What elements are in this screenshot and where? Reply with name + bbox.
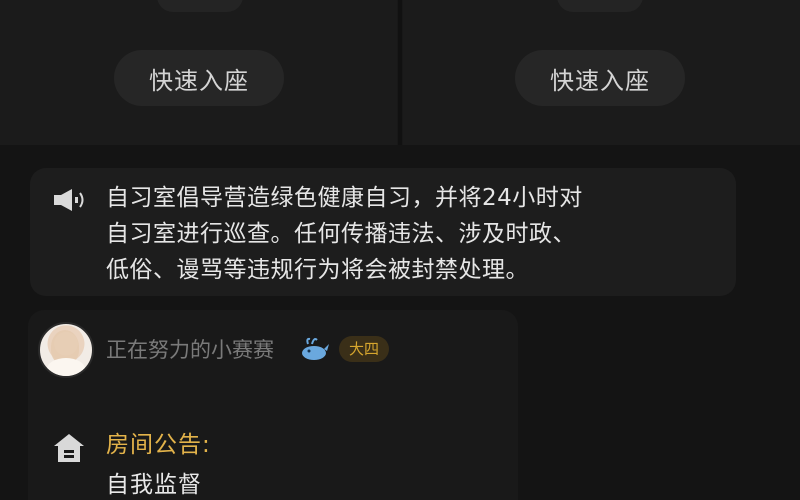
announcement-title: 房间公告: (106, 432, 211, 458)
house-icon (54, 434, 84, 462)
avatar-body (47, 358, 85, 376)
system-notice: 自习室倡导营造绿色健康自习，并将24小时对 自习室进行巡查。任何传播违法、涉及时… (30, 168, 736, 296)
notice-line: 自习室进行巡查。任何传播违法、涉及时政、 (106, 221, 576, 247)
study-room-screen: 快速入座 快速入座 自习室倡导营造绿色健康自习，并将24小时对 自习室进行巡查。… (0, 0, 800, 500)
notice-line: 自习室倡导营造绿色健康自习，并将24小时对 (106, 185, 583, 211)
seat-card: 快速入座 (0, 0, 397, 145)
quick-seat-button[interactable]: 快速入座 (114, 50, 284, 106)
notice-line: 低俗、谩骂等违规行为将会被封禁处理。 (106, 257, 529, 283)
quick-seat-button[interactable]: 快速入座 (515, 50, 685, 106)
grade-badge: 大四 (339, 336, 390, 362)
seat-divider (398, 0, 402, 145)
seat-placeholder (557, 0, 643, 12)
seat-placeholder (157, 0, 243, 12)
announcement-body: 自我监督 (106, 472, 202, 498)
speaker-icon (54, 189, 84, 211)
host-username[interactable]: 正在努力的小赛赛 (106, 336, 274, 364)
whale-icon (302, 337, 329, 360)
seat-grid: 快速入座 快速入座 (0, 0, 800, 145)
notice-text: 自习室倡导营造绿色健康自习，并将24小时对 自习室进行巡查。任何传播违法、涉及时… (106, 180, 726, 288)
avatar[interactable] (38, 322, 94, 378)
seat-card: 快速入座 (403, 0, 800, 145)
